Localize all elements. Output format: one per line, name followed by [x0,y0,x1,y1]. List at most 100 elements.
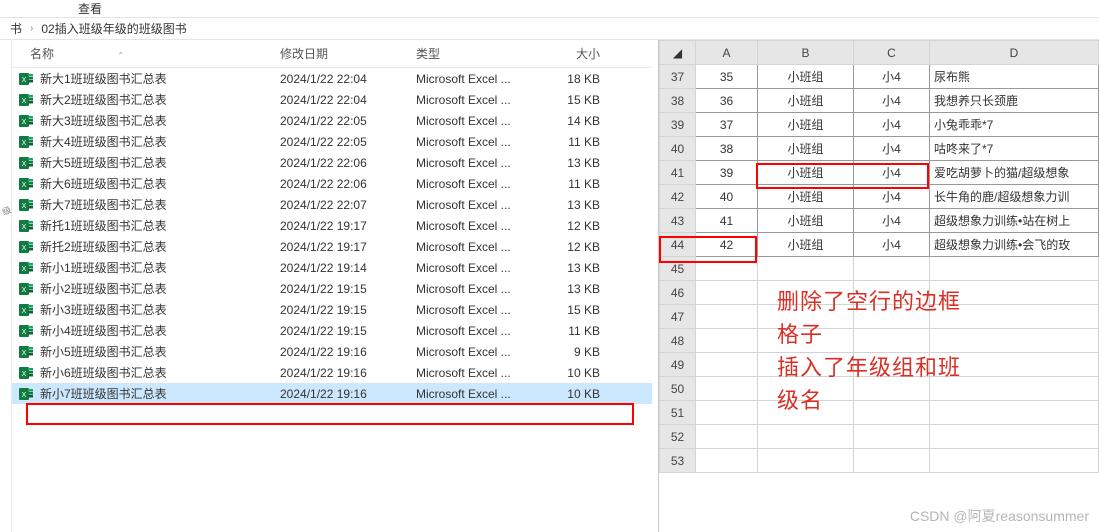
cell[interactable]: 小班组 [758,161,854,185]
col-head-C[interactable]: C [854,41,930,65]
row-head[interactable]: 46 [660,281,696,305]
cell[interactable] [758,305,854,329]
cell[interactable] [758,257,854,281]
row-head[interactable]: 40 [660,137,696,161]
row-head[interactable]: 51 [660,401,696,425]
cell[interactable]: 超级想象力训练•会飞的玫 [930,233,1099,257]
cell[interactable] [758,377,854,401]
row-head[interactable]: 47 [660,305,696,329]
cell[interactable]: 小班组 [758,233,854,257]
cell[interactable] [930,425,1099,449]
file-row[interactable]: X新托1班班级图书汇总表2024/1/22 19:17Microsoft Exc… [12,215,652,236]
file-row[interactable]: X新大1班班级图书汇总表2024/1/22 22:04Microsoft Exc… [12,68,652,89]
cell[interactable] [758,353,854,377]
file-row[interactable]: X新小3班班级图书汇总表2024/1/22 19:15Microsoft Exc… [12,299,652,320]
cell[interactable] [930,329,1099,353]
cell[interactable]: 小4 [854,233,930,257]
column-header-type[interactable]: 类型 [410,45,530,62]
cell[interactable] [930,305,1099,329]
file-row[interactable]: X新小6班班级图书汇总表2024/1/22 19:16Microsoft Exc… [12,362,652,383]
cell[interactable] [696,305,758,329]
cell[interactable]: 小4 [854,65,930,89]
excel-grid[interactable]: ◢ABCD3735小班组小4尿布熊3836小班组小4我想养只长颈鹿3937小班组… [659,40,1099,473]
select-all-corner[interactable]: ◢ [660,41,696,65]
col-head-A[interactable]: A [696,41,758,65]
cell[interactable]: 36 [696,89,758,113]
row-head[interactable]: 53 [660,449,696,473]
breadcrumb-seg-2[interactable]: 02插入班级年级的班级图书 [41,20,186,37]
cell[interactable]: 38 [696,137,758,161]
file-row[interactable]: X新大7班班级图书汇总表2024/1/22 22:07Microsoft Exc… [12,194,652,215]
col-head-D[interactable]: D [930,41,1099,65]
column-header-size[interactable]: 大小 [530,45,620,62]
column-header-name[interactable]: 名称 ⌃ [12,45,274,62]
row-head[interactable]: 41 [660,161,696,185]
row-head[interactable]: 52 [660,425,696,449]
row-head[interactable]: 43 [660,209,696,233]
cell[interactable]: 小4 [854,209,930,233]
row-head[interactable]: 49 [660,353,696,377]
cell[interactable]: 小班组 [758,185,854,209]
breadcrumb[interactable]: 书 › 02插入班级年级的班级图书 [0,18,1099,40]
cell[interactable]: 小4 [854,113,930,137]
cell[interactable]: 37 [696,113,758,137]
cell[interactable]: 小4 [854,137,930,161]
cell[interactable] [696,377,758,401]
cell[interactable]: 小4 [854,161,930,185]
cell[interactable] [854,377,930,401]
cell[interactable] [854,257,930,281]
file-row[interactable]: X新大5班班级图书汇总表2024/1/22 22:06Microsoft Exc… [12,152,652,173]
file-row[interactable]: X新小4班班级图书汇总表2024/1/22 19:15Microsoft Exc… [12,320,652,341]
cell[interactable]: 小班组 [758,65,854,89]
file-row[interactable]: X新托2班班级图书汇总表2024/1/22 19:17Microsoft Exc… [12,236,652,257]
row-head[interactable]: 39 [660,113,696,137]
cell[interactable] [758,449,854,473]
cell[interactable] [930,353,1099,377]
cell[interactable] [696,449,758,473]
cell[interactable]: 39 [696,161,758,185]
file-row[interactable]: X新小5班班级图书汇总表2024/1/22 19:16Microsoft Exc… [12,341,652,362]
file-list-header[interactable]: 名称 ⌃ 修改日期 类型 大小 [12,40,652,68]
cell[interactable] [696,329,758,353]
cell[interactable] [854,281,930,305]
row-head[interactable]: 45 [660,257,696,281]
cell[interactable]: 小班组 [758,113,854,137]
cell[interactable] [930,449,1099,473]
cell[interactable] [854,449,930,473]
col-head-B[interactable]: B [758,41,854,65]
cell[interactable]: 41 [696,209,758,233]
cell[interactable]: 42 [696,233,758,257]
cell[interactable] [696,281,758,305]
cell[interactable]: 40 [696,185,758,209]
cell[interactable] [854,353,930,377]
cell[interactable]: 超级想象力训练•站在树上 [930,209,1099,233]
cell[interactable] [930,281,1099,305]
cell[interactable]: 爱吃胡萝卜的猫/超级想象 [930,161,1099,185]
cell[interactable] [854,329,930,353]
cell[interactable]: 35 [696,65,758,89]
row-head[interactable]: 37 [660,65,696,89]
cell[interactable] [758,425,854,449]
file-row[interactable]: X新大4班班级图书汇总表2024/1/22 22:05Microsoft Exc… [12,131,652,152]
cell[interactable]: 小4 [854,89,930,113]
cell[interactable] [854,425,930,449]
cell[interactable] [930,257,1099,281]
cell[interactable]: 我想养只长颈鹿 [930,89,1099,113]
file-row[interactable]: X新大2班班级图书汇总表2024/1/22 22:04Microsoft Exc… [12,89,652,110]
cell[interactable] [696,425,758,449]
file-row[interactable]: X新大3班班级图书汇总表2024/1/22 22:05Microsoft Exc… [12,110,652,131]
cell[interactable]: 尿布熊 [930,65,1099,89]
file-row[interactable]: X新小7班班级图书汇总表2024/1/22 19:16Microsoft Exc… [12,383,652,404]
cell[interactable] [930,401,1099,425]
menu-view[interactable]: 查看 [78,0,102,17]
cell[interactable]: 小班组 [758,209,854,233]
cell[interactable] [854,305,930,329]
file-row[interactable]: X新小1班班级图书汇总表2024/1/22 19:14Microsoft Exc… [12,257,652,278]
column-header-date[interactable]: 修改日期 [274,45,410,62]
row-head[interactable]: 38 [660,89,696,113]
cell[interactable]: 咕咚来了*7 [930,137,1099,161]
row-head[interactable]: 50 [660,377,696,401]
cell[interactable]: 长牛角的鹿/超级想象力训 [930,185,1099,209]
row-head[interactable]: 42 [660,185,696,209]
file-row[interactable]: X新小2班班级图书汇总表2024/1/22 19:15Microsoft Exc… [12,278,652,299]
